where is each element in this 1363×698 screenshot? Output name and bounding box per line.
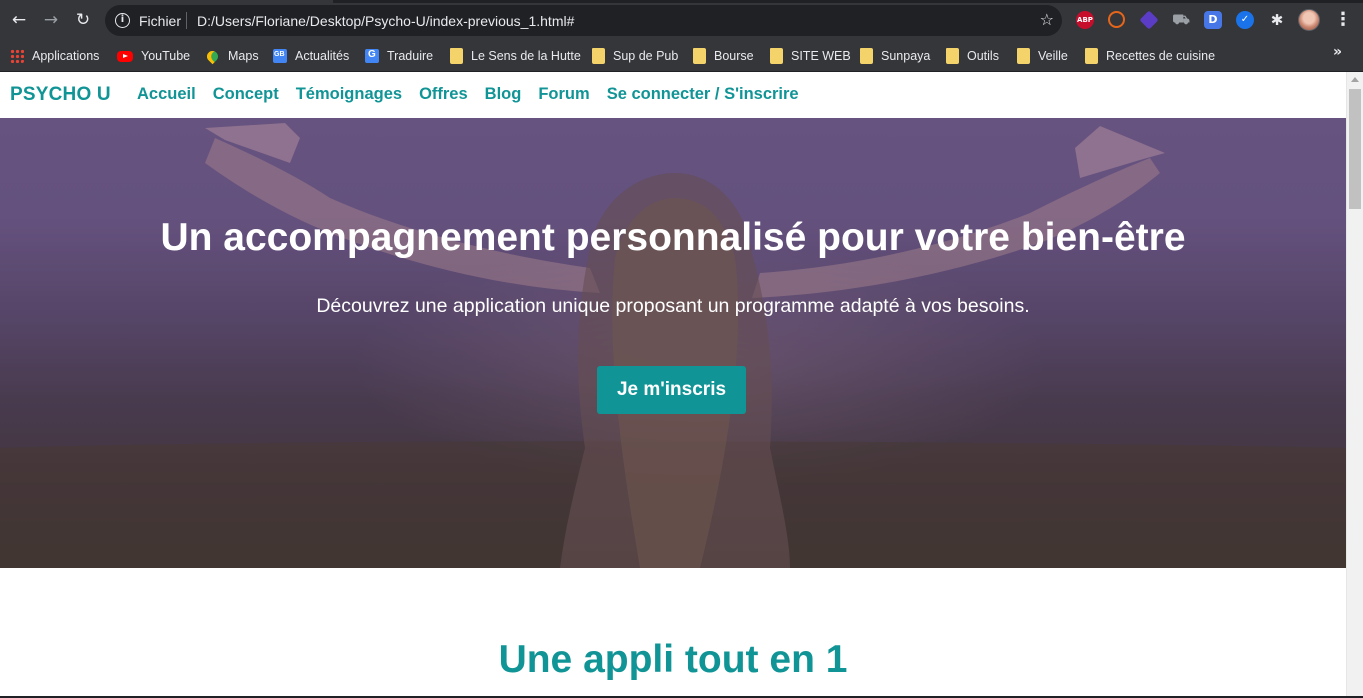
bookmark-maps[interactable]: Maps	[204, 46, 259, 66]
bookmark-label: Maps	[228, 49, 259, 63]
bookmark-label: Veille	[1038, 49, 1068, 63]
layers-extension-icon[interactable]	[1139, 10, 1159, 30]
bookmark-bourse[interactable]: Bourse	[693, 46, 754, 66]
address-bar[interactable]: i Fichier D:/Users/Floriane/Desktop/Psyc…	[105, 5, 1062, 36]
bookmark-label: Outils	[967, 49, 999, 63]
bookmark-label: Sup de Pub	[613, 49, 679, 63]
browser-toolbar: ← → ↻ i Fichier D:/Users/Floriane/Deskto…	[0, 0, 1363, 40]
more-vert-icon[interactable]: ⋮	[1334, 9, 1352, 31]
nav-link-blog[interactable]: Blog	[485, 85, 522, 104]
bookmark-label: Bourse	[714, 49, 754, 63]
nav-link-temoignages[interactable]: Témoignages	[296, 85, 402, 104]
bookmark-sunpaya[interactable]: Sunpaya	[860, 46, 930, 66]
bookmark-sup-de-pub[interactable]: Sup de Pub	[592, 46, 678, 66]
main-menu: Accueil Concept Témoignages Offres Blog …	[137, 85, 799, 104]
reload-button[interactable]: ↻	[72, 9, 94, 31]
signup-button[interactable]: Je m'inscris	[597, 366, 746, 414]
bookmark-label: YouTube	[141, 49, 191, 63]
site-scheme-label[interactable]: Fichier	[139, 13, 181, 29]
hero-title: Un accompagnement personnalisé pour votr…	[160, 216, 1186, 259]
url-text[interactable]: D:/Users/Floriane/Desktop/Psycho-U/index…	[197, 13, 574, 29]
page-viewport: PSYCHO U Accueil Concept Témoignages Off…	[0, 72, 1346, 698]
folder-icon	[860, 48, 873, 64]
nav-link-concept[interactable]: Concept	[213, 85, 279, 104]
reload-icon: ↻	[75, 10, 91, 30]
bookmark-label: Sunpaya	[881, 49, 931, 63]
hero-section: Un accompagnement personnalisé pour votr…	[0, 118, 1346, 568]
site-navbar: PSYCHO U Accueil Concept Témoignages Off…	[0, 72, 1346, 118]
bookmark-label: Actualités	[295, 49, 350, 63]
youtube-icon	[117, 50, 133, 62]
google-translate-icon	[365, 49, 379, 63]
arrow-right-icon: →	[43, 10, 59, 30]
bookmark-outils[interactable]: Outils	[946, 46, 999, 66]
profile-avatar[interactable]	[1298, 9, 1320, 31]
google-news-icon	[273, 49, 287, 63]
hero-overlay	[0, 118, 1346, 568]
nav-link-forum[interactable]: Forum	[538, 85, 589, 104]
bookmark-le-sens-de-la-hutte[interactable]: Le Sens de la Hutte	[450, 46, 581, 66]
adblock-plus-icon[interactable]: ABP	[1076, 11, 1094, 29]
bookmark-youtube[interactable]: YouTube	[117, 46, 190, 66]
folder-icon	[946, 48, 959, 64]
bookmark-traduire[interactable]: Traduire	[365, 46, 433, 66]
bookmark-label: Le Sens de la Hutte	[471, 49, 581, 63]
folder-icon	[450, 48, 463, 64]
info-icon[interactable]: i	[115, 13, 130, 28]
forward-button[interactable]: →	[40, 9, 62, 31]
back-button[interactable]: ←	[8, 9, 30, 31]
cart-extension-icon[interactable]: ⛟	[1172, 11, 1190, 29]
bookmark-label: Recettes de cuisine	[1106, 49, 1216, 63]
omnibox-separator	[186, 12, 187, 29]
bookmark-applications[interactable]: Applications	[10, 46, 99, 66]
nav-link-accueil[interactable]: Accueil	[137, 85, 196, 104]
scrollbar-thumb[interactable]	[1349, 89, 1361, 209]
bookmarks-bar: Applications YouTube Maps Actualités Tra…	[0, 40, 1363, 72]
folder-icon	[693, 48, 706, 64]
page-scrollbar[interactable]	[1346, 72, 1363, 698]
site-logo[interactable]: PSYCHO U	[10, 84, 111, 106]
folder-icon	[592, 48, 605, 64]
active-tab-indicator	[0, 0, 333, 3]
folder-icon	[1017, 48, 1030, 64]
section-title: Une appli tout en 1	[498, 638, 848, 681]
puzzle-icon[interactable]: ✱	[1268, 11, 1286, 29]
arrow-left-icon: ←	[11, 10, 27, 30]
d-extension-icon[interactable]: D	[1204, 11, 1222, 29]
orange-ring-extension-icon[interactable]	[1108, 11, 1125, 28]
folder-icon	[770, 48, 783, 64]
check-extension-icon[interactable]: ✓	[1236, 11, 1254, 29]
nav-link-offres[interactable]: Offres	[419, 85, 468, 104]
apps-grid-icon	[10, 49, 24, 63]
bookmark-label: Applications	[32, 49, 100, 63]
folder-icon	[1085, 48, 1098, 64]
bookmark-label: Traduire	[387, 49, 434, 63]
bookmark-veille[interactable]: Veille	[1017, 46, 1068, 66]
bookmark-actualites[interactable]: Actualités	[273, 46, 349, 66]
bookmark-recettes-de-cuisine[interactable]: Recettes de cuisine	[1085, 46, 1215, 66]
star-icon[interactable]: ☆	[1040, 10, 1054, 30]
hero-subtitle: Découvrez une application unique proposa…	[316, 295, 1030, 317]
scroll-up-arrow-icon[interactable]	[1351, 77, 1359, 82]
maps-pin-icon	[204, 48, 221, 64]
bookmarks-overflow-button[interactable]: »	[1333, 44, 1342, 60]
bookmark-label: SITE WEB	[791, 49, 851, 63]
bookmark-site-web[interactable]: SITE WEB	[770, 46, 851, 66]
nav-link-login-signup[interactable]: Se connecter / S'inscrire	[607, 85, 799, 104]
